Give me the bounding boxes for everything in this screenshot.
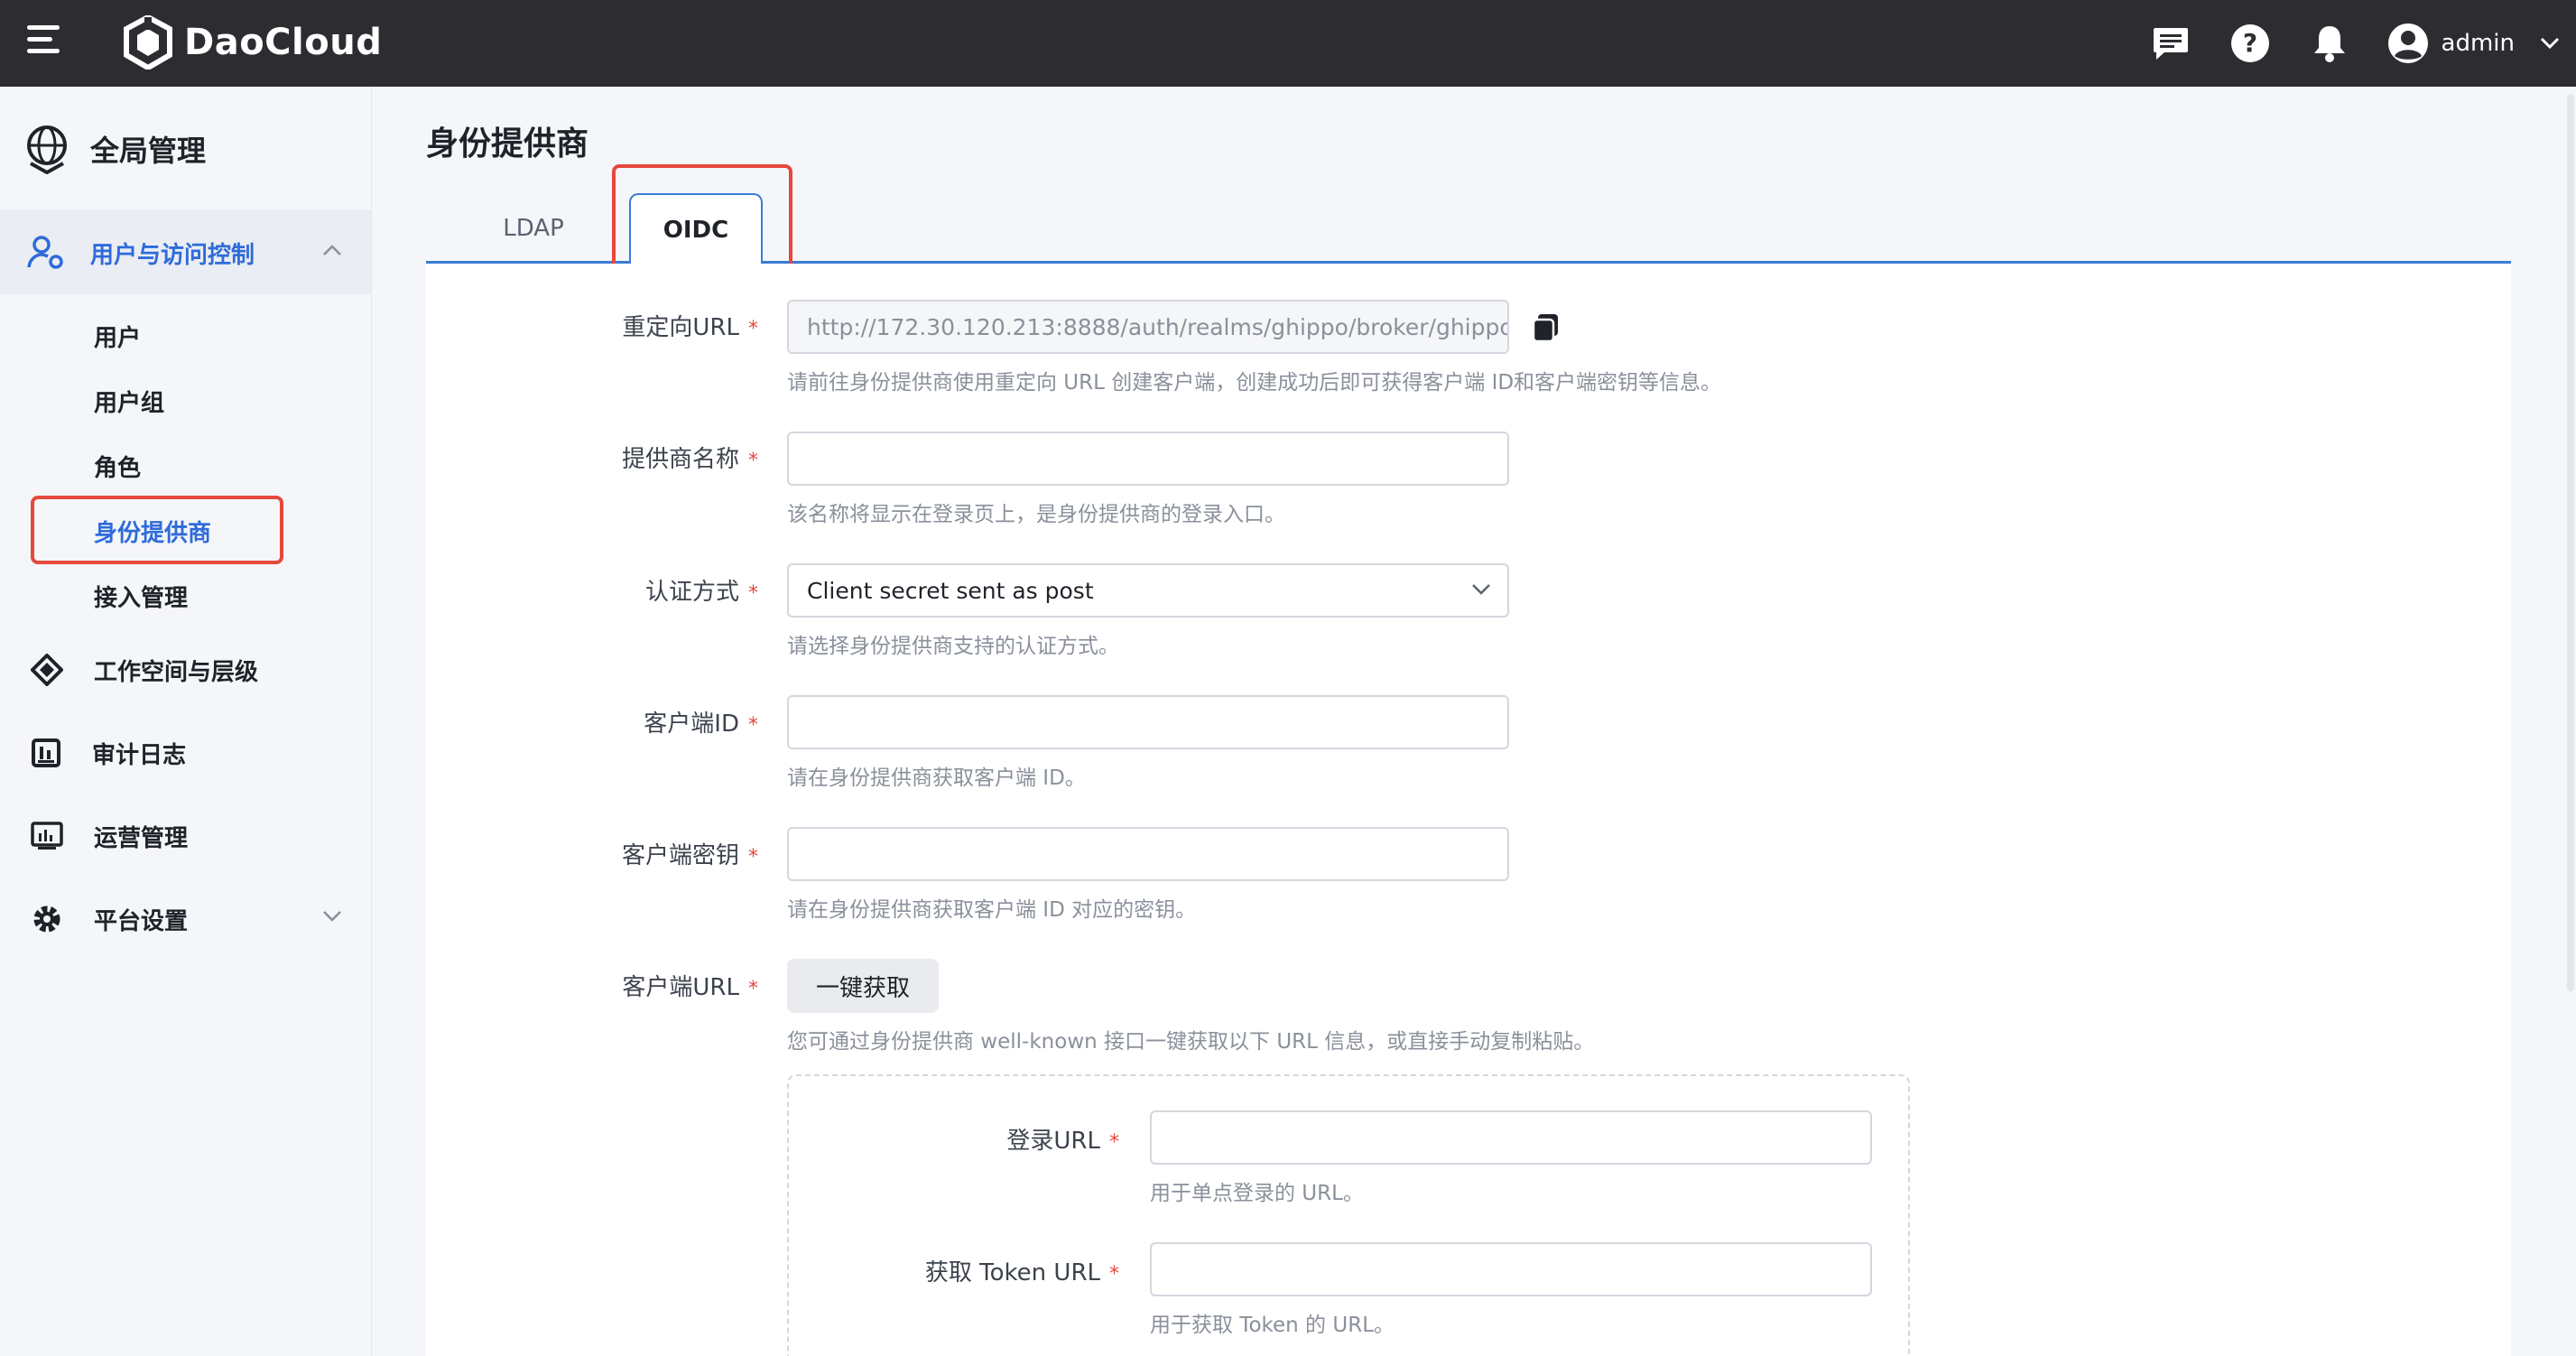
auto-fetch-button[interactable]: 一键获取 — [787, 959, 939, 1013]
page-title: 身份提供商 — [426, 125, 589, 163]
client-id-hint: 请在身份提供商获取客户端 ID。 — [787, 766, 1086, 790]
login-url-hint: 用于单点登录的 URL。 — [1150, 1182, 1364, 1205]
logo[interactable]: DaoCloud — [123, 14, 382, 70]
auth-method-label: 认证方式 * — [644, 579, 758, 606]
provider-name-label: 提供商名称 * — [621, 446, 758, 473]
brand-name: DaoCloud — [184, 22, 383, 63]
sidebar-item-workspace[interactable]: 工作空间与层级 — [0, 628, 371, 711]
client-secret-label: 客户端密钥 * — [621, 842, 758, 869]
client-url-hint: 您可通过身份提供商 well-known 接口一键获取以下 URL 信息，或直接… — [787, 1030, 1595, 1054]
sidebar-item-roles[interactable]: 角色 — [0, 433, 371, 498]
daocloud-logo-icon — [124, 15, 172, 70]
sidebar-item-user-groups[interactable]: 用户组 — [0, 368, 371, 433]
sidebar-title: 全局管理 — [90, 133, 207, 168]
tab-oidc[interactable]: OIDC — [629, 193, 763, 265]
sidebar-group-label: 用户与访问控制 — [90, 241, 255, 269]
sidebar-item-platform-settings[interactable]: 平台设置 — [0, 878, 371, 961]
bell-icon[interactable] — [2308, 22, 2351, 65]
workspace-icon — [31, 654, 63, 686]
sidebar-item-access-management[interactable]: 接入管理 — [0, 563, 371, 628]
client-id-label: 客户端ID * — [644, 711, 758, 738]
help-icon[interactable]: ? — [2229, 22, 2272, 65]
sidebar-item-label: 平台设置 — [94, 907, 189, 935]
token-url-input[interactable] — [1150, 1242, 1872, 1296]
sidebar-item-identity-provider[interactable]: 身份提供商 — [0, 498, 371, 563]
login-url-label: 登录URL * — [1006, 1128, 1119, 1155]
sidebar-item-operations[interactable]: 运营管理 — [0, 794, 371, 878]
token-url-hint: 用于获取 Token 的 URL。 — [1150, 1314, 1395, 1337]
svg-text:?: ? — [2242, 28, 2256, 58]
redirect-url-hint: 请前往身份提供商使用重定向 URL 创建客户端，创建成功后即可获得客户端 ID和… — [787, 371, 1722, 395]
login-url-input[interactable] — [1150, 1110, 1872, 1165]
chevron-down-icon[interactable] — [2540, 37, 2560, 50]
sidebar-item-label: 审计日志 — [92, 741, 187, 769]
operations-icon — [31, 822, 63, 850]
audit-log-icon — [32, 738, 60, 767]
gear-icon — [33, 906, 60, 933]
auth-method-hint: 请选择身份提供商支持的认证方式。 — [787, 635, 1119, 658]
sidebar-header: 全局管理 — [0, 87, 371, 211]
sidebar-item-users[interactable]: 用户 — [0, 303, 371, 368]
tab-bar: LDAP OIDC — [426, 193, 2511, 265]
chevron-down-icon[interactable] — [322, 910, 342, 923]
sidebar-item-label: 工作空间与层级 — [94, 658, 259, 686]
chevron-up-icon[interactable] — [322, 244, 342, 256]
top-bar: DaoCloud ? admin — [0, 0, 2576, 87]
message-icon[interactable] — [2149, 22, 2192, 65]
tab-ldap[interactable]: LDAP — [469, 193, 598, 264]
client-id-input[interactable] — [787, 695, 1509, 749]
chevron-down-icon[interactable] — [1471, 583, 1491, 596]
scrollbar[interactable] — [2567, 94, 2574, 991]
provider-name-input[interactable] — [787, 432, 1509, 486]
provider-name-hint: 该名称将显示在登录页上，是身份提供商的登录入口。 — [787, 503, 1285, 526]
menu-icon[interactable] — [27, 25, 65, 61]
client-secret-input[interactable] — [787, 827, 1509, 881]
copy-icon[interactable] — [1531, 312, 1561, 343]
token-url-label: 获取 Token URL * — [924, 1259, 1119, 1286]
globe-icon — [27, 125, 67, 174]
auth-method-value: Client secret sent as post — [807, 577, 1094, 604]
sidebar-group-access-control[interactable]: 用户与访问控制 — [0, 211, 371, 294]
client-url-label: 客户端URL * — [622, 974, 758, 1001]
auth-method-select[interactable]: Client secret sent as post — [787, 563, 1509, 618]
redirect-url-field: http://172.30.120.213:8888/auth/realms/g… — [787, 300, 1509, 354]
client-secret-hint: 请在身份提供商获取客户端 ID 对应的密钥。 — [787, 898, 1197, 922]
user-gear-icon — [27, 236, 63, 269]
sidebar-item-audit-log[interactable]: 审计日志 — [0, 711, 371, 794]
sidebar-item-label: 运营管理 — [94, 824, 189, 852]
user-avatar-icon[interactable] — [2387, 23, 2429, 64]
user-name[interactable]: admin — [2442, 30, 2515, 57]
redirect-url-label: 重定向URL * — [622, 314, 758, 341]
sidebar: 全局管理 用户与访问控制 用户 用户组 角色 身份提供商 接入管理 工作空间与层… — [0, 87, 372, 1356]
